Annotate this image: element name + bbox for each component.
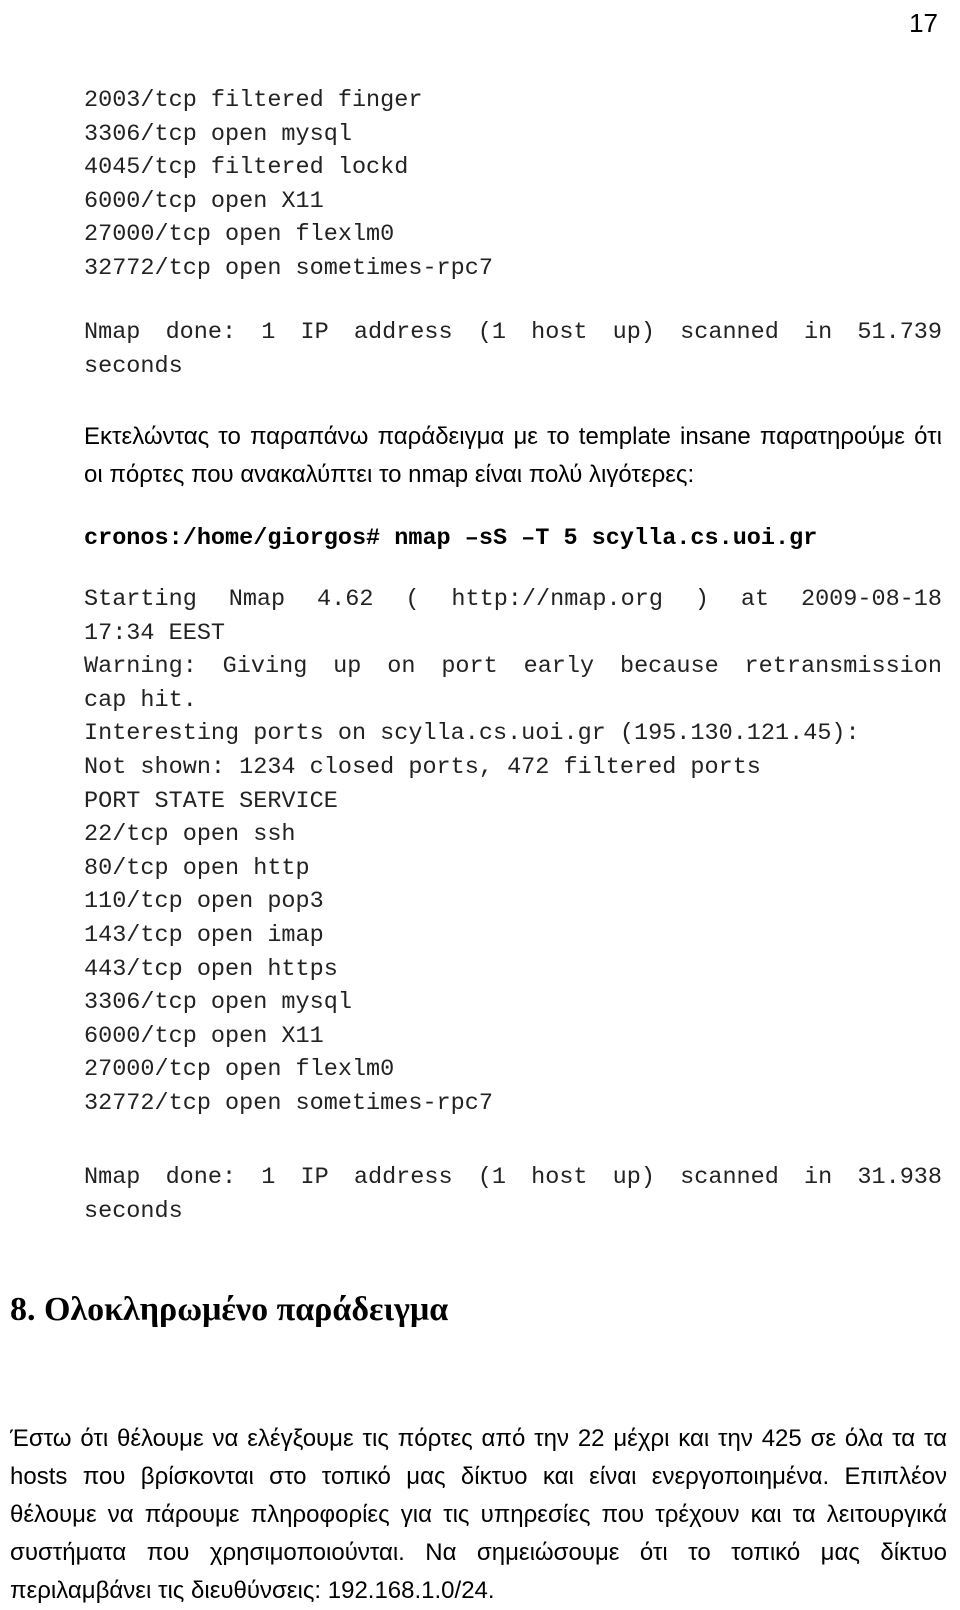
output-line: Interesting ports on scylla.cs.uoi.gr (1… — [84, 720, 860, 748]
output-line: 3306/tcp open mysql — [84, 989, 352, 1017]
nmap-done-line: Nmap done: 1 IP address (1 host up) scan… — [84, 319, 942, 346]
output-line: 443/tcp open https — [84, 955, 338, 983]
output-line: 6000/tcp open X11 — [84, 1022, 324, 1050]
nmap-port-list-top: 2003/tcp filtered finger 3306/tcp open m… — [84, 84, 942, 286]
port-line: 4045/tcp filtered lockd — [84, 154, 409, 182]
nmap-scan-output: Starting Nmap 4.62 ( http://nmap.org ) a… — [84, 583, 942, 1121]
outro-paragraph: Έστω ότι θέλουμε να ελέγξουμε τις πόρτες… — [10, 1425, 947, 1604]
command-text: cronos:/home/giorgos# nmap –sS –T 5 scyl… — [84, 525, 818, 552]
nmap-done-summary-bottom: Nmap done: 1 IP address (1 host up) scan… — [84, 1161, 942, 1228]
port-line: 27000/tcp open flexlm0 — [84, 221, 395, 249]
output-line: Warning: Giving up on port early because… — [84, 653, 942, 681]
nmap-done-summary-top: Nmap done: 1 IP address (1 host up) scan… — [84, 316, 942, 383]
nmap-done-line: seconds — [84, 352, 183, 380]
port-line: 32772/tcp open sometimes-rpc7 — [84, 254, 493, 282]
nmap-done-line: Nmap done: 1 IP address (1 host up) scan… — [84, 1164, 942, 1191]
port-line: 6000/tcp open X11 — [84, 187, 324, 215]
output-line: PORT STATE SERVICE — [84, 787, 338, 815]
output-line: 110/tcp open pop3 — [84, 888, 324, 916]
nmap-done-line: seconds — [84, 1197, 183, 1225]
port-line: 2003/tcp filtered finger — [84, 87, 423, 114]
output-line: 80/tcp open http — [84, 854, 310, 882]
output-line: cap hit. — [84, 686, 197, 714]
section-heading: 8. Ολοκληρωμένο παράδειγμα — [10, 1291, 449, 1328]
output-line: 22/tcp open ssh — [84, 821, 296, 849]
document-page: 17 2003/tcp filtered finger 3306/tcp ope… — [0, 0, 960, 1604]
output-line: 27000/tcp open flexlm0 — [84, 1056, 395, 1084]
output-line: Starting Nmap 4.62 ( http://nmap.org ) a… — [84, 586, 942, 613]
output-line: 143/tcp open imap — [84, 921, 324, 949]
port-line: 3306/tcp open mysql — [84, 120, 352, 148]
page-number: 17 — [909, 8, 938, 38]
output-line: Not shown: 1234 closed ports, 472 filter… — [84, 753, 761, 781]
shell-command-line: cronos:/home/giorgos# nmap –sS –T 5 scyl… — [84, 522, 942, 556]
intro-paragraph: Εκτελώντας το παραπάνω παράδειγμα με το … — [84, 423, 942, 488]
output-line: 17:34 EEST — [84, 619, 226, 647]
output-line: 32772/tcp open sometimes-rpc7 — [84, 1089, 493, 1117]
